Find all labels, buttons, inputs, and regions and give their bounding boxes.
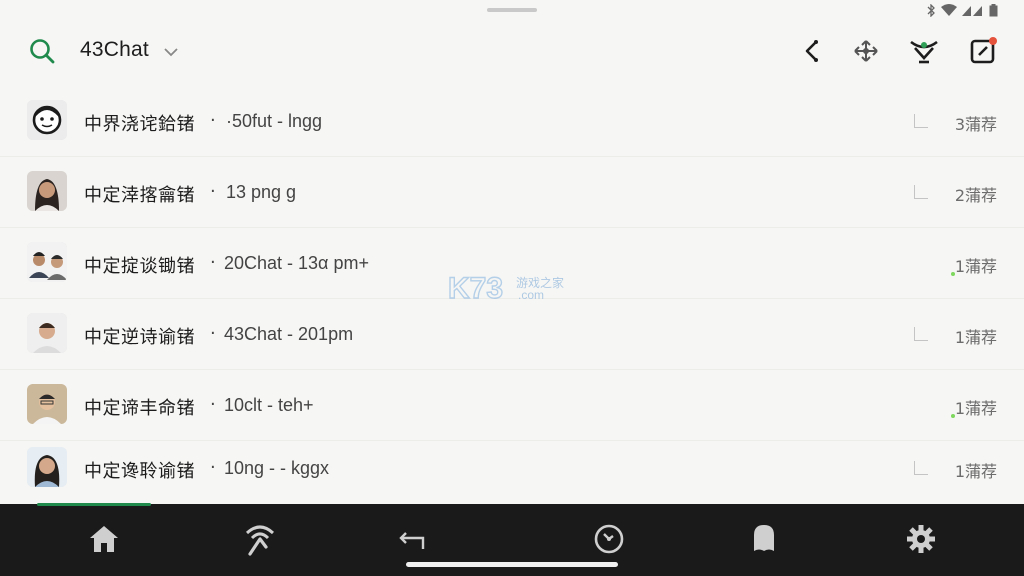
home-gesture-bar[interactable] <box>406 562 618 567</box>
gear-icon[interactable] <box>903 521 939 557</box>
online-dot <box>951 414 955 418</box>
chat-list-item[interactable]: 中定逆诗谕锗 · 43Chat - 201pm 1蒲荐 <box>0 299 1024 370</box>
separator-dot: · <box>210 394 216 415</box>
app-header: 43Chat <box>0 28 1024 74</box>
chat-list-item[interactable]: 中定谛丰命锗 · 10clt - teh+ 1蒲荐 <box>0 370 1024 441</box>
battery-icon <box>989 3 998 17</box>
chat-name: 中定谛丰命锗 <box>84 398 195 419</box>
recommend-count: 3蒲荐 <box>954 115 997 134</box>
chat-name: 中定谗聆谕锗 <box>84 461 195 482</box>
avatar <box>27 447 67 487</box>
read-receipt-icon <box>914 185 928 199</box>
person-icon[interactable] <box>746 521 782 557</box>
chat-list-item[interactable]: 中定谗聆谕锗 · 10ng - - kggx 1蒲荐 <box>0 441 1024 512</box>
separator-dot: · <box>210 181 216 202</box>
recommend-count: 1蒲荐 <box>954 257 997 276</box>
separator-dot: · <box>210 323 216 344</box>
chat-name: 中定逆诗谕锗 <box>84 327 195 348</box>
chat-meta: 10clt - teh+ <box>224 395 314 415</box>
active-tab-indicator <box>37 503 151 506</box>
app-title[interactable]: 43Chat <box>80 38 149 62</box>
signal-icon <box>962 4 984 16</box>
wifi-antenna-icon[interactable] <box>242 521 278 557</box>
recommend-count: 2蒲荐 <box>954 186 997 205</box>
svg-text:K73: K73 <box>448 272 503 304</box>
chat-meta: 13 png g <box>226 182 297 202</box>
chat-meta: ·50fut - lngg <box>226 111 323 131</box>
chat-name: 中定涬揢龠锗 <box>84 185 195 206</box>
share-back-icon[interactable] <box>797 36 827 66</box>
watermark-domain: .com <box>518 288 545 302</box>
avatar <box>27 242 67 282</box>
chat-meta: 20Chat - 13α pm+ <box>224 253 369 273</box>
separator-dot: · <box>210 457 216 478</box>
bluetooth-icon <box>926 3 936 17</box>
separator-dot: · <box>210 110 216 131</box>
home-icon[interactable] <box>86 521 122 557</box>
chat-list-item[interactable]: 中界浇诧鉿锗 · ·50fut - lngg 3蒲荐 <box>0 86 1024 157</box>
avatar <box>27 313 67 353</box>
status-bar <box>926 2 998 18</box>
chat-meta: 43Chat - 201pm <box>224 324 354 344</box>
chat-meta: 10ng - - kggx <box>224 458 330 478</box>
recommend-count: 1蒲荐 <box>954 328 997 347</box>
top-drag-handle[interactable] <box>487 8 537 12</box>
chat-name: 中定掟谈锄锗 <box>84 256 195 277</box>
compose-icon[interactable] <box>968 36 998 66</box>
separator-dot: · <box>210 252 216 273</box>
chevron-down-icon[interactable] <box>163 44 179 58</box>
wifi-icon <box>941 4 957 16</box>
online-dot <box>951 272 955 276</box>
read-receipt-icon <box>914 114 928 128</box>
avatar <box>27 384 67 424</box>
chat-name: 中界浇诧鉿锗 <box>84 114 195 135</box>
reply-icon[interactable] <box>396 521 432 557</box>
filter-funnel-icon[interactable] <box>908 36 938 66</box>
read-receipt-icon <box>914 461 928 475</box>
search-icon[interactable] <box>28 37 56 65</box>
clock-icon[interactable] <box>591 521 627 557</box>
read-receipt-icon <box>914 327 928 341</box>
avatar <box>27 100 67 140</box>
recommend-count: 1蒲荐 <box>954 399 997 418</box>
chat-list-item[interactable]: 中定涬揢龠锗 · 13 png g 2蒲荐 <box>0 157 1024 228</box>
move-icon[interactable] <box>851 36 881 66</box>
recommend-count: 1蒲荐 <box>954 462 997 481</box>
avatar <box>27 171 67 211</box>
